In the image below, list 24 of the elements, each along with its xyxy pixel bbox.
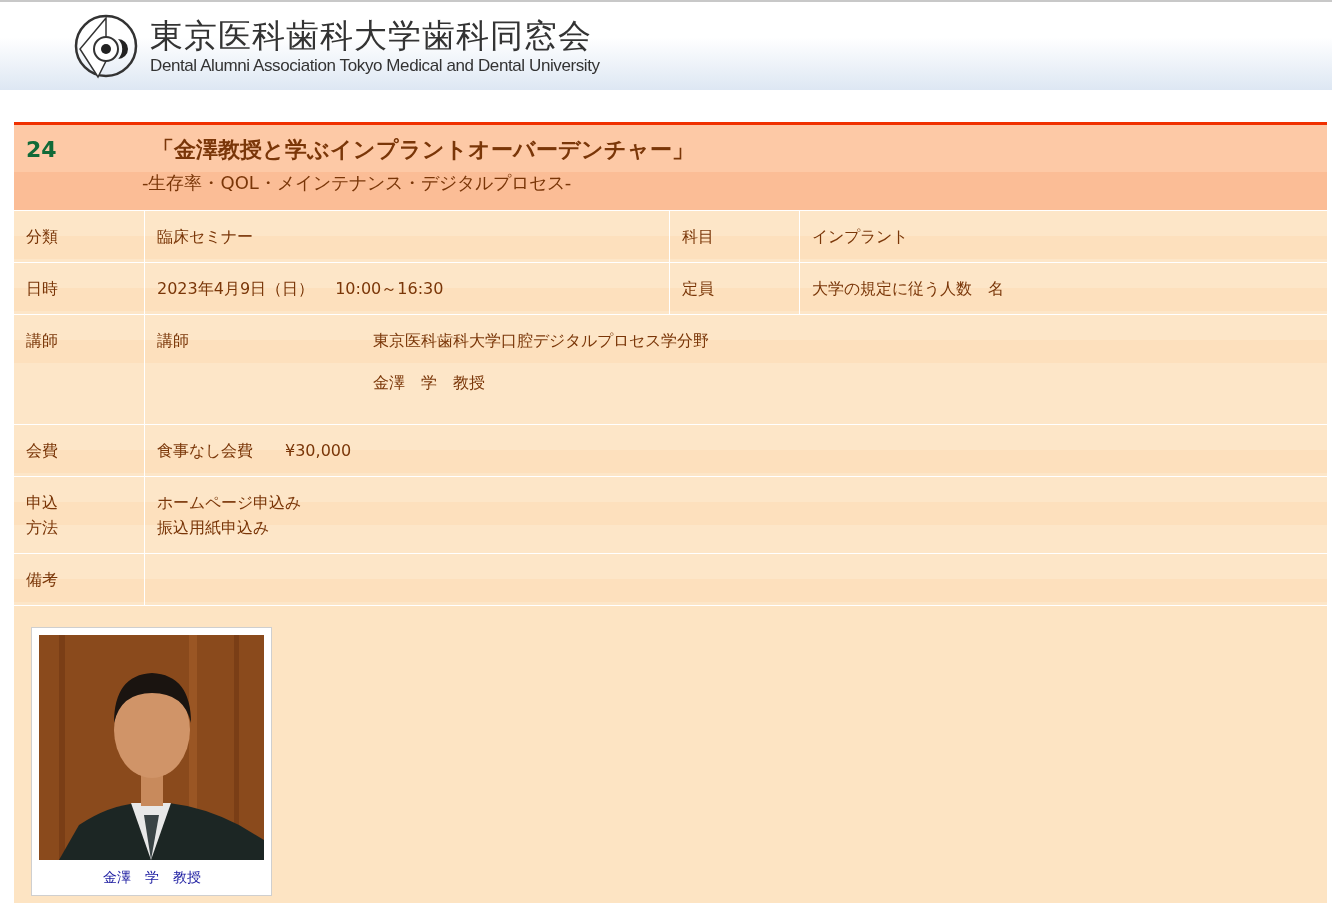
site-title: 東京医科歯科大学歯科同窓会: [150, 16, 593, 56]
table-cell: 臨床セミナー: [144, 211, 669, 262]
row-label: 会費: [26, 440, 59, 462]
row-label: 日時: [26, 278, 59, 300]
table-cell-text: 振込用紙申込み: [157, 517, 270, 539]
row-label: 備考: [26, 569, 59, 591]
row-label: 科目: [669, 211, 799, 262]
table-cell: 大学の規定に従う人数 名: [799, 263, 1327, 314]
table-cell-text: 食事なし会費 ¥30,000: [157, 440, 353, 462]
photo-caption: 金澤 学 教授: [102, 869, 201, 887]
lecturer-role: 講師: [157, 330, 190, 352]
row-label: 講師: [26, 330, 59, 352]
event-title: 「金澤教授と学ぶインプラントオーバーデンチャー」: [151, 136, 695, 164]
site-subtitle: Dental Alumni Association Tokyo Medical and Dental University: [150, 56, 600, 76]
event-number: 24: [25, 136, 58, 162]
row-label: 申込方法: [26, 492, 59, 539]
table-cell-text: ホームページ申込み: [157, 492, 302, 514]
row-label: 分類: [26, 226, 59, 248]
lecturer-name: 金澤 学 教授: [373, 372, 486, 394]
lecturer-affiliation: 東京医科歯科大学口腔デジタルプロセス学分野: [373, 330, 710, 352]
event-subtitle: -生存率・QOL・メインテナンス・デジタルプロセス-: [142, 171, 573, 195]
row-label: 定員: [669, 263, 799, 314]
table-cell: 2023年4月9日（日） 10:00～16:30: [144, 263, 669, 314]
table-cell: インプラント: [799, 211, 1327, 262]
